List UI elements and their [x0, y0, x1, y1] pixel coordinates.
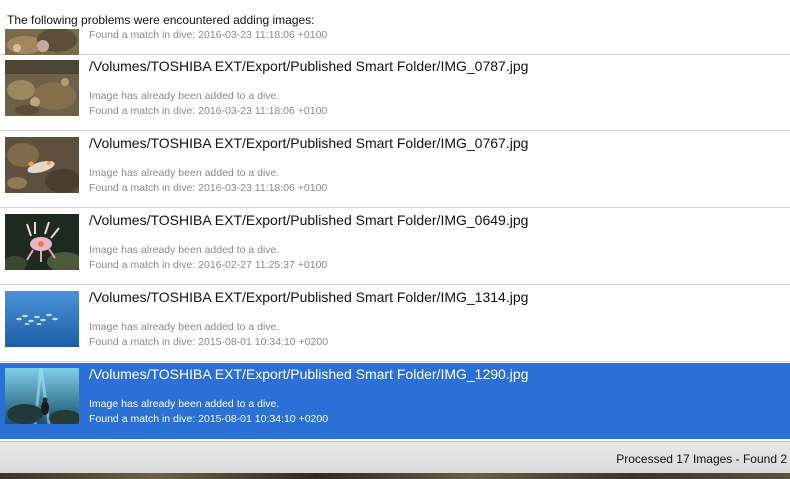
file-path: /Volumes/TOSHIBA EXT/Export/Published Sm…	[89, 289, 529, 305]
list-item[interactable]: /Volumes/TOSHIBA EXT/Export/Published Sm…	[0, 286, 790, 362]
file-path: /Volumes/TOSHIBA EXT/Export/Published Sm…	[89, 135, 529, 151]
background-photo-strip	[0, 473, 790, 479]
duplicate-message: Image has already been added to a dive.	[89, 167, 280, 179]
list-item[interactable]: Found a match in dive: 2016-03-23 11:18:…	[0, 29, 790, 56]
match-message: Found a match in dive: 2015-08-01 10:34:…	[89, 413, 329, 425]
diver-photo-icon	[5, 368, 79, 424]
duplicate-message: Image has already been added to a dive.	[89, 321, 280, 333]
duplicate-message: Image has already been added to a dive.	[89, 90, 280, 102]
match-message: Found a match in dive: 2016-03-23 11:18:…	[89, 29, 328, 41]
file-path: /Volumes/TOSHIBA EXT/Export/Published Sm…	[89, 366, 529, 382]
duplicate-message: Image has already been added to a dive.	[89, 244, 280, 256]
status-text: Processed 17 Images - Found 2	[616, 452, 787, 466]
match-message: Found a match in dive: 2016-02-27 11:25:…	[89, 259, 328, 271]
list-item[interactable]: /Volumes/TOSHIBA EXT/Export/Published Sm…	[0, 55, 790, 131]
reef-photo-icon	[5, 29, 79, 56]
status-bar: Processed 17 Images - Found 2	[0, 441, 790, 474]
nudibranch-photo-icon	[5, 214, 79, 270]
duplicate-message: Image has already been added to a dive.	[89, 398, 280, 410]
file-path: /Volumes/TOSHIBA EXT/Export/Published Sm…	[89, 212, 529, 228]
problem-list[interactable]: Found a match in dive: 2016-03-23 11:18:…	[0, 29, 790, 441]
list-item[interactable]: /Volumes/TOSHIBA EXT/Export/Published Sm…	[0, 132, 790, 208]
match-message: Found a match in dive: 2016-03-23 11:18:…	[89, 105, 328, 117]
list-item[interactable]: /Volumes/TOSHIBA EXT/Export/Published Sm…	[0, 209, 790, 285]
dialog-header: The following problems were encountered …	[7, 13, 315, 27]
file-path: /Volumes/TOSHIBA EXT/Export/Published Sm…	[89, 58, 529, 74]
match-message: Found a match in dive: 2015-08-01 10:34:…	[89, 336, 329, 348]
nudibranch-photo-icon	[5, 137, 79, 193]
reef-photo-icon	[5, 60, 79, 116]
match-message: Found a match in dive: 2016-03-23 11:18:…	[89, 182, 328, 194]
list-item-selected[interactable]: /Volumes/TOSHIBA EXT/Export/Published Sm…	[0, 363, 790, 439]
fish-school-photo-icon	[5, 291, 79, 347]
